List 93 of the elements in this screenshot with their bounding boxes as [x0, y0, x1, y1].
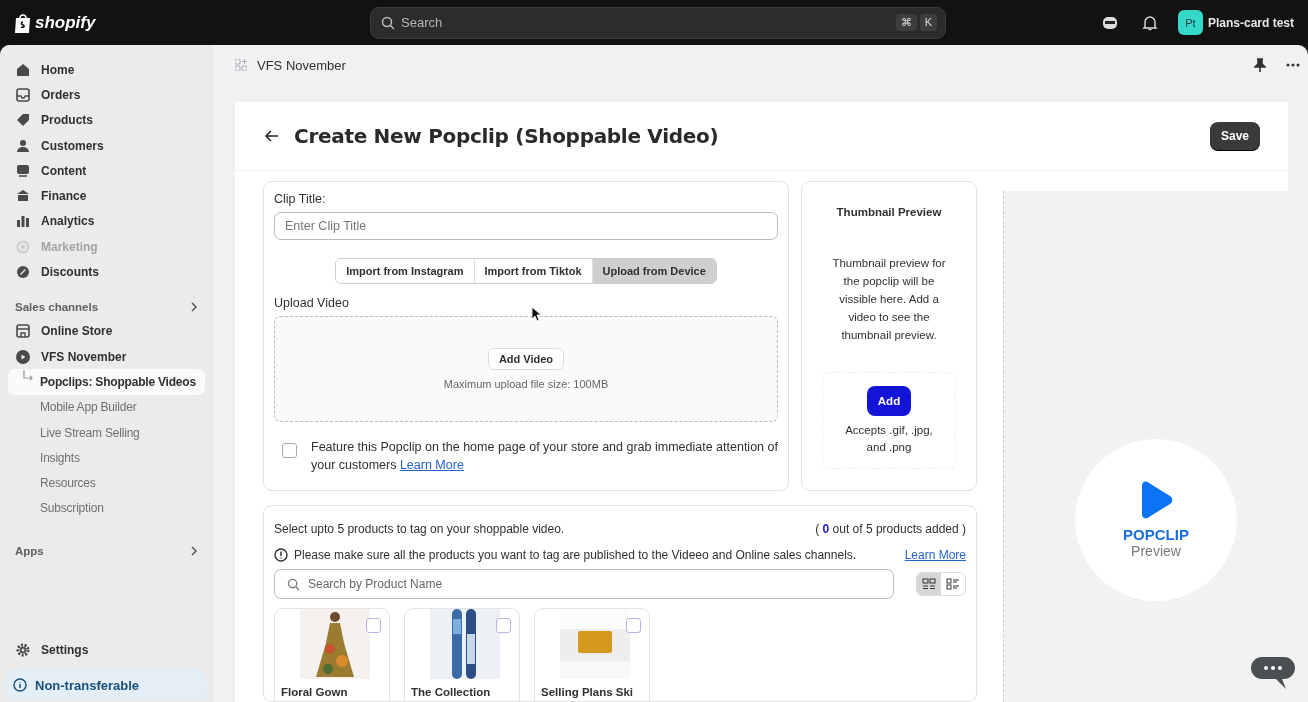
nav-item[interactable]: Discounts	[8, 259, 205, 285]
section-header[interactable]: Apps	[8, 539, 205, 564]
shortcut-key: ⌘	[895, 14, 917, 31]
product-checkbox[interactable]	[366, 618, 381, 633]
nav-item[interactable]: Customers	[8, 132, 205, 159]
product-name: Selling Plans Ski	[541, 686, 635, 698]
nav-subitem[interactable]: Subscription	[8, 495, 205, 522]
section-header[interactable]: Sales channels	[8, 294, 205, 319]
publish-notice: Please make sure all the products you want to tag are published to the Videeo and Online sales channels.	[294, 548, 857, 562]
feature-text: Feature this Popclip on the home page of your store and grab immediate attention of your customers Learn More	[311, 439, 778, 474]
product-card[interactable]: Selling Plans Ski	[534, 608, 650, 701]
feature-checkbox[interactable]	[282, 443, 297, 458]
panel-title: Thumbnail Preview	[836, 206, 942, 218]
field-label: Upload Video	[274, 296, 350, 310]
product-name: The Collection	[411, 686, 492, 698]
nav-item[interactable]: Online Store	[8, 318, 205, 344]
product-checkbox[interactable]	[626, 618, 641, 633]
nav-icon	[16, 214, 30, 229]
section-title: Apps	[15, 545, 44, 558]
accepted-formats: Accepts .gif, .jpg, and .png	[844, 422, 934, 455]
thumbnail-dropzone[interactable]: Add Accepts .gif, .jpg, and .png	[822, 372, 956, 469]
add-video-button[interactable]: Add Video	[487, 348, 565, 370]
notice-banner[interactable]: Non-transferable	[6, 670, 207, 700]
upload-hint: Maximum upload file size: 100MB	[443, 378, 609, 390]
nav-icon	[16, 87, 30, 102]
more-icon[interactable]	[1286, 63, 1300, 67]
nav-icon	[16, 265, 30, 279]
nav-subitem[interactable]: Popclips: Shoppable Videos	[8, 369, 205, 395]
preview-brand: POPCLIP	[1123, 526, 1189, 543]
search-field[interactable]: Search ⌘ K	[370, 6, 946, 39]
nav-item[interactable]: Orders	[8, 82, 205, 108]
preview-label: Preview	[1131, 543, 1181, 559]
chevron-right-icon	[190, 545, 198, 558]
nav-icon	[16, 239, 30, 254]
nav-item[interactable]: Home	[8, 57, 205, 83]
settings-item[interactable]: Settings	[8, 637, 205, 663]
shortcut-key: K	[919, 14, 937, 31]
search-icon	[287, 577, 300, 591]
nav-icon	[16, 62, 30, 77]
clip-title-field[interactable]: Enter Clip Title	[274, 212, 778, 240]
bell-icon[interactable]	[1141, 14, 1158, 31]
nav-item[interactable]: VFS November	[8, 343, 205, 370]
nav-item[interactable]: Analytics	[8, 208, 205, 235]
pin-icon[interactable]	[1254, 58, 1266, 72]
settings-icon	[16, 643, 30, 658]
alert-icon	[274, 548, 288, 562]
product-name: Floral Gown	[281, 686, 349, 698]
upload-dropzone[interactable]: Add Video Maximum upload file size: 100MB	[274, 316, 778, 422]
nav-subitem[interactable]: Live Stream Selling	[8, 419, 205, 446]
breadcrumb[interactable]: VFS November	[257, 57, 346, 73]
products-count: ( 0 out of 5 products added )	[815, 522, 966, 536]
learn-more-link[interactable]: Learn More	[904, 548, 966, 562]
nav-icon	[16, 113, 30, 128]
nav-item[interactable]: Products	[8, 107, 205, 133]
nav-icon	[16, 189, 30, 204]
storefront-icon	[16, 324, 30, 339]
play-icon	[16, 349, 30, 364]
back-arrow-icon[interactable]	[265, 130, 279, 142]
cursor-icon	[531, 306, 541, 322]
list-icon	[946, 578, 960, 590]
save-button[interactable]: Save	[1209, 122, 1260, 150]
grid-icon	[922, 578, 936, 590]
info-icon	[13, 678, 27, 692]
nav-item[interactable]: Content	[8, 158, 205, 184]
products-intro: Select upto 5 products to tag on your shoppable video.	[274, 522, 565, 536]
account-name[interactable]: Plans-card test	[1207, 15, 1294, 30]
add-button[interactable]: Add	[866, 385, 912, 416]
product-checkbox[interactable]	[496, 618, 511, 633]
nav-icon	[16, 138, 30, 153]
shopping-bag-icon	[14, 12, 32, 33]
nav-subitem[interactable]: Resources	[8, 470, 205, 496]
page-title: Create New Popclip (Shoppable Video)	[294, 124, 719, 148]
chevron-right-icon	[190, 300, 198, 313]
chat-bubble-icon[interactable]	[1250, 656, 1296, 690]
source-tab[interactable]: Import from Instagram	[336, 259, 475, 283]
source-tab[interactable]: Upload from Device	[592, 259, 716, 283]
product-card[interactable]: The Collection	[404, 608, 520, 701]
search-icon	[381, 15, 395, 30]
nav-item[interactable]: Finance	[8, 183, 205, 209]
thumbnail-hint: Thumbnail preview for the popclip will be vissible here. Add a video to see the thumbnail preview.	[831, 256, 947, 343]
branch-arrow-icon	[22, 370, 34, 383]
logo-text[interactable]: shopify	[35, 12, 96, 33]
section-title: Sales channels	[15, 300, 99, 313]
app-grid-icon	[235, 59, 247, 71]
nav-subitem[interactable]: Insights	[8, 445, 205, 471]
nav-subitem[interactable]: Mobile App Builder	[8, 394, 205, 420]
learn-more-link[interactable]: Learn More	[399, 458, 464, 472]
field-label: Clip Title:	[274, 192, 327, 206]
nav-icon	[16, 163, 30, 178]
product-card[interactable]: Floral Gown	[274, 608, 390, 701]
grid-view-toggle[interactable]	[917, 573, 941, 595]
account-avatar[interactable]: Pt	[1177, 10, 1203, 35]
product-search-field[interactable]: Search by Product Name	[274, 569, 894, 599]
